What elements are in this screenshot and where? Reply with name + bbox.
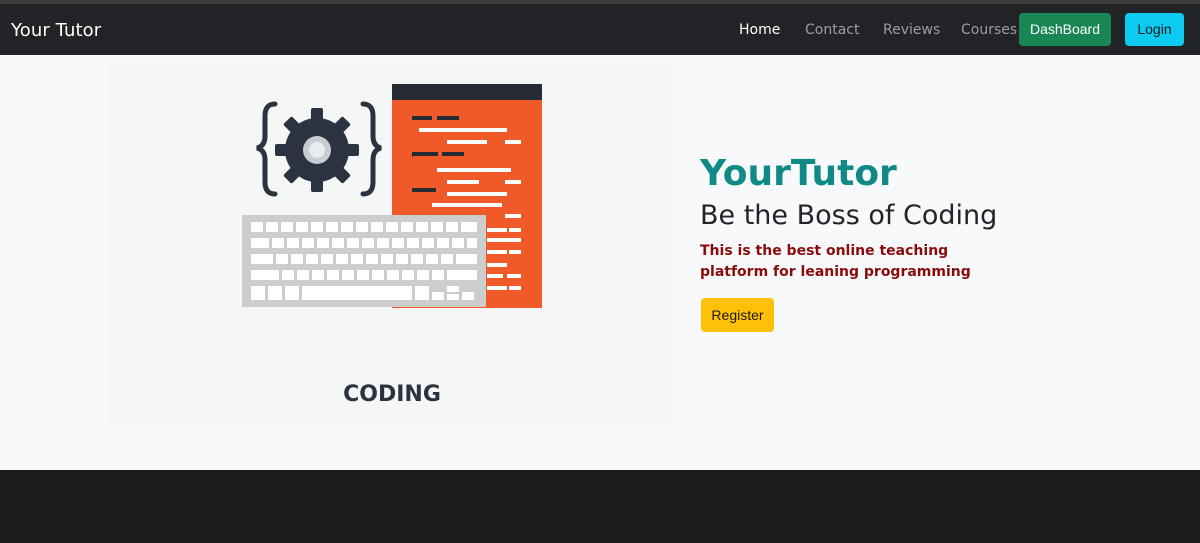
nav-courses[interactable]: Courses [961, 22, 1017, 38]
hero-section: CODING YourTutor Be the Boss of Coding T… [0, 55, 1200, 470]
hero-description: This is the best online teaching platfor… [700, 243, 971, 280]
hero-title: YourTutor [700, 153, 897, 194]
nav-home[interactable]: Home [739, 22, 780, 38]
hero-subtitle: Be the Boss of Coding [700, 200, 998, 231]
register-button[interactable]: Register [701, 298, 774, 332]
nav-contact[interactable]: Contact [805, 22, 859, 38]
navbar: Your Tutor Home Contact Reviews Courses … [0, 4, 1200, 55]
login-button[interactable]: Login [1125, 13, 1184, 46]
brand-logo[interactable]: Your Tutor [11, 20, 101, 41]
coding-illustration-svg: CODING [242, 84, 542, 407]
gear-icon [275, 108, 359, 192]
footer-area [0, 470, 1200, 543]
illustration-caption: CODING [343, 382, 441, 407]
nav-reviews[interactable]: Reviews [883, 22, 940, 38]
coding-illustration: CODING [107, 58, 678, 424]
keyboard-illustration [242, 215, 486, 307]
dashboard-button[interactable]: DashBoard [1019, 13, 1111, 46]
